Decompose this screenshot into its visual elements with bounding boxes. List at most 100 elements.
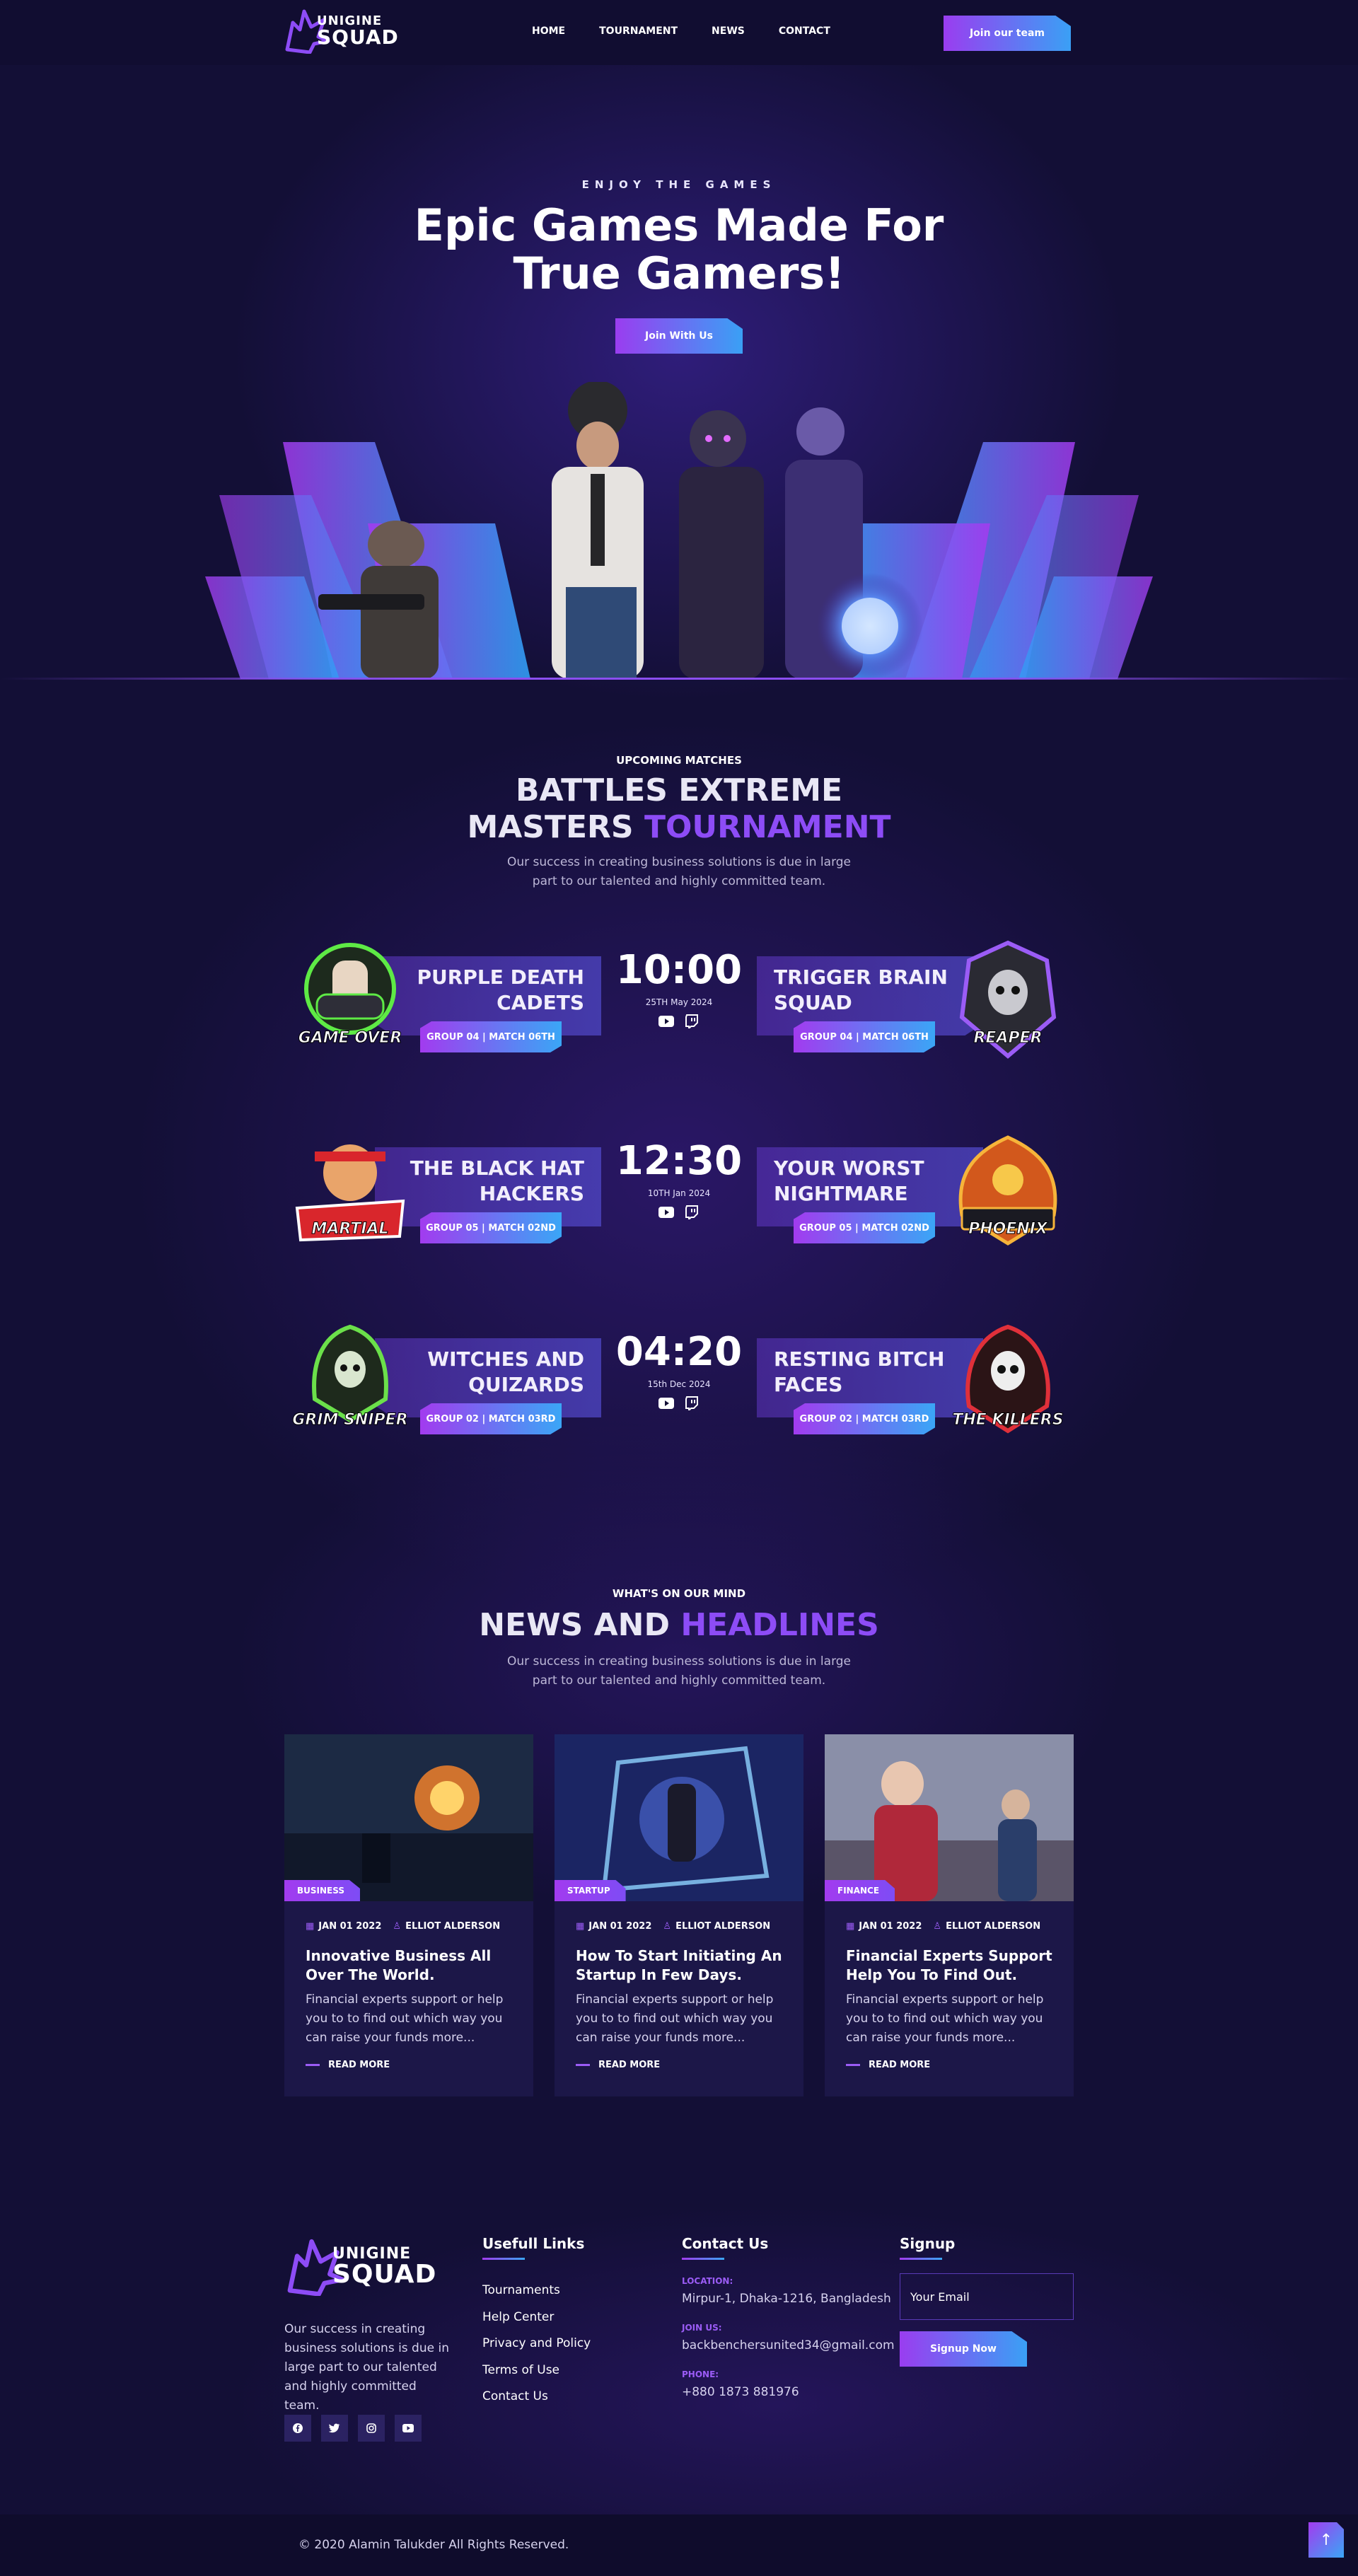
stream-links xyxy=(608,1396,750,1410)
facebook-icon[interactable] xyxy=(284,2415,311,2442)
news-image[interactable] xyxy=(284,1734,533,1901)
nav-tournament[interactable]: TOURNAMENT xyxy=(599,25,678,37)
news-excerpt: Financial experts support or help you to… xyxy=(846,1992,1044,2045)
matches-kicker: UPCOMING MATCHES xyxy=(616,754,742,767)
social-links xyxy=(284,2415,422,2442)
copyright-text: © 2020 Alamin Talukder All Rights Reserv… xyxy=(298,2538,569,2552)
news-card[interactable]: FINANCE ▦ JAN 01 2022 ♙ ELLIOT ALDERSON Fi… xyxy=(825,1734,1074,2096)
team-badge: MARTIAL xyxy=(283,1123,417,1258)
twitch-icon[interactable] xyxy=(683,1205,700,1219)
footer-link-help-center[interactable]: Help Center xyxy=(482,2304,591,2331)
hero-divider xyxy=(0,678,1358,680)
news-image[interactable] xyxy=(825,1734,1074,1901)
team-badge: THE KILLERS xyxy=(941,1314,1075,1449)
read-more-dash xyxy=(576,2064,590,2066)
footer-logo[interactable]: UNIGINE SQUAD xyxy=(284,2238,436,2296)
nav-news[interactable]: NEWS xyxy=(712,25,745,37)
signup-heading: Signup xyxy=(900,2235,956,2252)
signup-email-input[interactable] xyxy=(900,2273,1074,2320)
heading-underline xyxy=(482,2258,525,2260)
group-tag: GROUP 05 | MATCH 02ND xyxy=(420,1212,562,1243)
user-icon: ♙ xyxy=(393,1921,402,1932)
hero-characters-illustration xyxy=(205,382,1153,679)
news-card[interactable]: BUSINESS ▦ JAN 01 2022 ♙ ELLIOT ALDERSON I… xyxy=(284,1734,533,2096)
match-time: 12:30 xyxy=(615,1138,743,1184)
matches-title-plain: MASTERS xyxy=(467,809,634,845)
logo-line2: SQUAD xyxy=(317,25,399,49)
instagram-icon[interactable] xyxy=(358,2415,385,2442)
footer-link-tournaments[interactable]: Tournaments xyxy=(482,2278,591,2304)
news-title-text[interactable]: Financial Experts Support Help You To Fi… xyxy=(846,1946,1058,1985)
youtube-icon[interactable] xyxy=(658,1396,675,1410)
matches-title-line2: MASTERS TOURNAMENT xyxy=(0,809,1358,846)
useful-links-list: Tournaments Help Center Privacy and Poli… xyxy=(482,2278,591,2410)
twitch-icon[interactable] xyxy=(683,1014,700,1028)
twitter-icon[interactable] xyxy=(321,2415,348,2442)
news-excerpt: Financial experts support or help you to… xyxy=(306,1992,504,2045)
news-date: ▦ JAN 01 2022 xyxy=(306,1921,381,1932)
youtube-icon[interactable] xyxy=(658,1014,675,1028)
news-author-text: ELLIOT ALDERSON xyxy=(946,1921,1041,1932)
news-title-text[interactable]: Innovative Business All Over The World. xyxy=(306,1946,518,1985)
news-image-art xyxy=(555,1734,803,1901)
news-title-accent: HEADLINES xyxy=(680,1607,879,1643)
nav-contact[interactable]: CONTACT xyxy=(779,25,830,37)
news-card[interactable]: STARTUP ▦ JAN 01 2022 ♙ ELLIOT ALDERSON Ho… xyxy=(555,1734,803,2096)
news-category-badge: BUSINESS xyxy=(284,1880,360,1901)
news-title-text[interactable]: How To Start Initiating An Startup In Fe… xyxy=(576,1946,788,1985)
badge-label: THE KILLERS xyxy=(952,1411,1064,1429)
phone-value[interactable]: +880 1873 881976 xyxy=(682,2385,799,2399)
join-with-us-button[interactable]: Join With Us xyxy=(615,318,743,354)
match-row: THE BLACK HAT HACKERS GROUP 05 | MATCH 0… xyxy=(283,1123,1075,1258)
news-image-art xyxy=(825,1734,1074,1901)
group-tag: GROUP 02 | MATCH 03RD xyxy=(420,1403,562,1434)
signup-button[interactable]: Signup Now xyxy=(900,2331,1027,2367)
site-logo[interactable]: UNIGINE SQUAD xyxy=(283,8,399,54)
news-author-text: ELLIOT ALDERSON xyxy=(675,1921,771,1932)
news-excerpt: Financial experts support or help you to… xyxy=(576,1992,774,2045)
useful-links-heading: Usefull Links xyxy=(482,2235,585,2252)
read-more-label: READ MORE xyxy=(598,2060,661,2070)
read-more-link[interactable]: READ MORE xyxy=(306,2060,390,2070)
read-more-link[interactable]: READ MORE xyxy=(846,2060,930,2070)
news-date-text: JAN 01 2022 xyxy=(859,1921,922,1932)
news-image-art xyxy=(284,1734,533,1901)
read-more-link[interactable]: READ MORE xyxy=(576,2060,660,2070)
email-value[interactable]: backbenchersunited34@gmail.com xyxy=(682,2338,895,2352)
news-category-badge: STARTUP xyxy=(555,1880,626,1901)
news-image[interactable] xyxy=(555,1734,803,1901)
team-name: PURPLE DEATH CADETS xyxy=(417,965,584,1014)
youtube-icon[interactable] xyxy=(395,2415,422,2442)
arrow-up-icon: ↑ xyxy=(1319,2531,1333,2549)
match-date: 25TH May 2024 xyxy=(645,997,713,1007)
badge-label: PHOENIX xyxy=(968,1220,1048,1238)
news-author: ♙ ELLIOT ALDERSON xyxy=(663,1921,770,1932)
footer-link-contact[interactable]: Contact Us xyxy=(482,2384,591,2410)
stream-links xyxy=(608,1205,750,1219)
footer-link-terms[interactable]: Terms of Use xyxy=(482,2357,591,2384)
bottom-bar xyxy=(0,2514,1358,2576)
hero-kicker: ENJOY THE GAMES xyxy=(581,178,777,191)
stream-links xyxy=(608,1014,750,1028)
news-subtitle: Our success in creating business solutio… xyxy=(506,1654,852,1688)
heading-underline xyxy=(900,2258,942,2260)
team-name: RESTING BITCH FACES xyxy=(774,1347,945,1396)
join-label: JOIN US: xyxy=(682,2323,722,2333)
team-badge: GRIM SNIPER xyxy=(283,1314,417,1449)
team-badge: PHOENIX xyxy=(941,1123,1075,1258)
badge-label: GRIM SNIPER xyxy=(292,1411,408,1429)
contact-heading: Contact Us xyxy=(682,2235,769,2252)
youtube-icon[interactable] xyxy=(658,1205,675,1219)
team-name: TRIGGER BRAIN SQUAD xyxy=(774,965,948,1014)
news-category-badge: FINANCE xyxy=(825,1880,895,1901)
join-team-button[interactable]: Join our team xyxy=(944,16,1071,51)
scroll-to-top-button[interactable]: ↑ xyxy=(1308,2522,1344,2558)
footer-link-privacy[interactable]: Privacy and Policy xyxy=(482,2331,591,2357)
news-meta: ▦ JAN 01 2022 ♙ ELLIOT ALDERSON xyxy=(576,1921,770,1932)
nav-home[interactable]: HOME xyxy=(532,25,565,37)
user-icon: ♙ xyxy=(933,1921,942,1932)
news-author: ♙ ELLIOT ALDERSON xyxy=(393,1921,500,1932)
twitch-icon[interactable] xyxy=(683,1396,700,1410)
news-title: NEWS AND HEADLINES xyxy=(0,1607,1358,1644)
read-more-dash xyxy=(846,2064,860,2066)
